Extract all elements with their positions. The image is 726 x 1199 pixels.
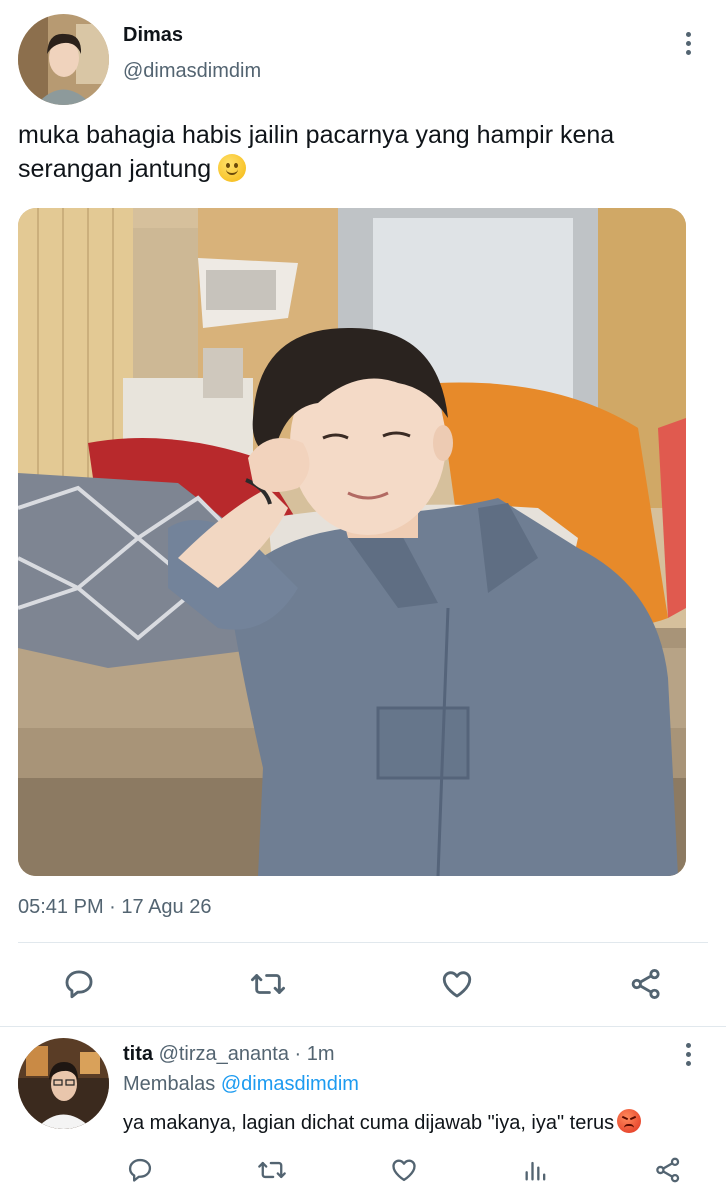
reply-text: ya makanya, lagian dichat cuma dijawab "… [123, 1109, 642, 1135]
slightly-smiling-face-icon [218, 154, 247, 182]
reply-like-button[interactable] [384, 1150, 424, 1190]
tweet-text-content: muka bahagia habis jailin pacarnya yang … [18, 121, 615, 183]
like-icon [392, 1159, 416, 1182]
share-button[interactable] [626, 964, 666, 1004]
replying-prefix: Membalas [123, 1073, 216, 1095]
retweet-button[interactable] [248, 964, 288, 1004]
reply-text-content: ya makanya, lagian dichat cuma dijawab "… [123, 1112, 615, 1134]
reply-author-name[interactable]: tita [123, 1043, 153, 1065]
share-icon [631, 968, 660, 1000]
more-options-icon[interactable] [678, 32, 698, 60]
reply-meta: tita @tirza_ananta · 1m [123, 1043, 335, 1066]
author-avatar[interactable] [18, 14, 109, 105]
author-name[interactable]: Dimas [123, 24, 183, 47]
retweet-icon [251, 974, 286, 994]
reply-button[interactable] [59, 964, 99, 1004]
reply-retweet-button[interactable] [252, 1150, 292, 1190]
share-icon [656, 1157, 680, 1183]
reply-share-button[interactable] [648, 1150, 688, 1190]
replying-to: Membalas @dimasdimdim [123, 1073, 359, 1096]
replying-mention[interactable]: @dimasdimdim [221, 1073, 359, 1095]
angry-face-icon [617, 1109, 642, 1133]
analytics-icon [525, 1161, 546, 1181]
like-icon [442, 971, 472, 998]
reply-author-handle[interactable]: @tirza_ananta [159, 1043, 289, 1065]
tweet-photo[interactable] [18, 208, 686, 876]
like-button[interactable] [437, 964, 477, 1004]
divider [0, 1026, 726, 1027]
retweet-icon [258, 1161, 286, 1179]
reply-icon [128, 1158, 152, 1182]
reply-more-options-icon[interactable] [678, 1043, 698, 1071]
divider [18, 942, 708, 943]
author-handle[interactable]: @dimasdimdim [123, 60, 261, 83]
tweet-text: muka bahagia habis jailin pacarnya yang … [18, 118, 708, 186]
reply-icon [65, 970, 93, 999]
tweet-timestamp: 05:41 PM · 17 Agu 26 [18, 896, 212, 918]
reply-author-avatar[interactable] [18, 1038, 109, 1129]
reply-time: · 1m [294, 1043, 335, 1065]
reply-reply-button[interactable] [120, 1150, 160, 1190]
reply-analytics-button[interactable] [516, 1150, 556, 1190]
photo-icon [18, 208, 686, 876]
